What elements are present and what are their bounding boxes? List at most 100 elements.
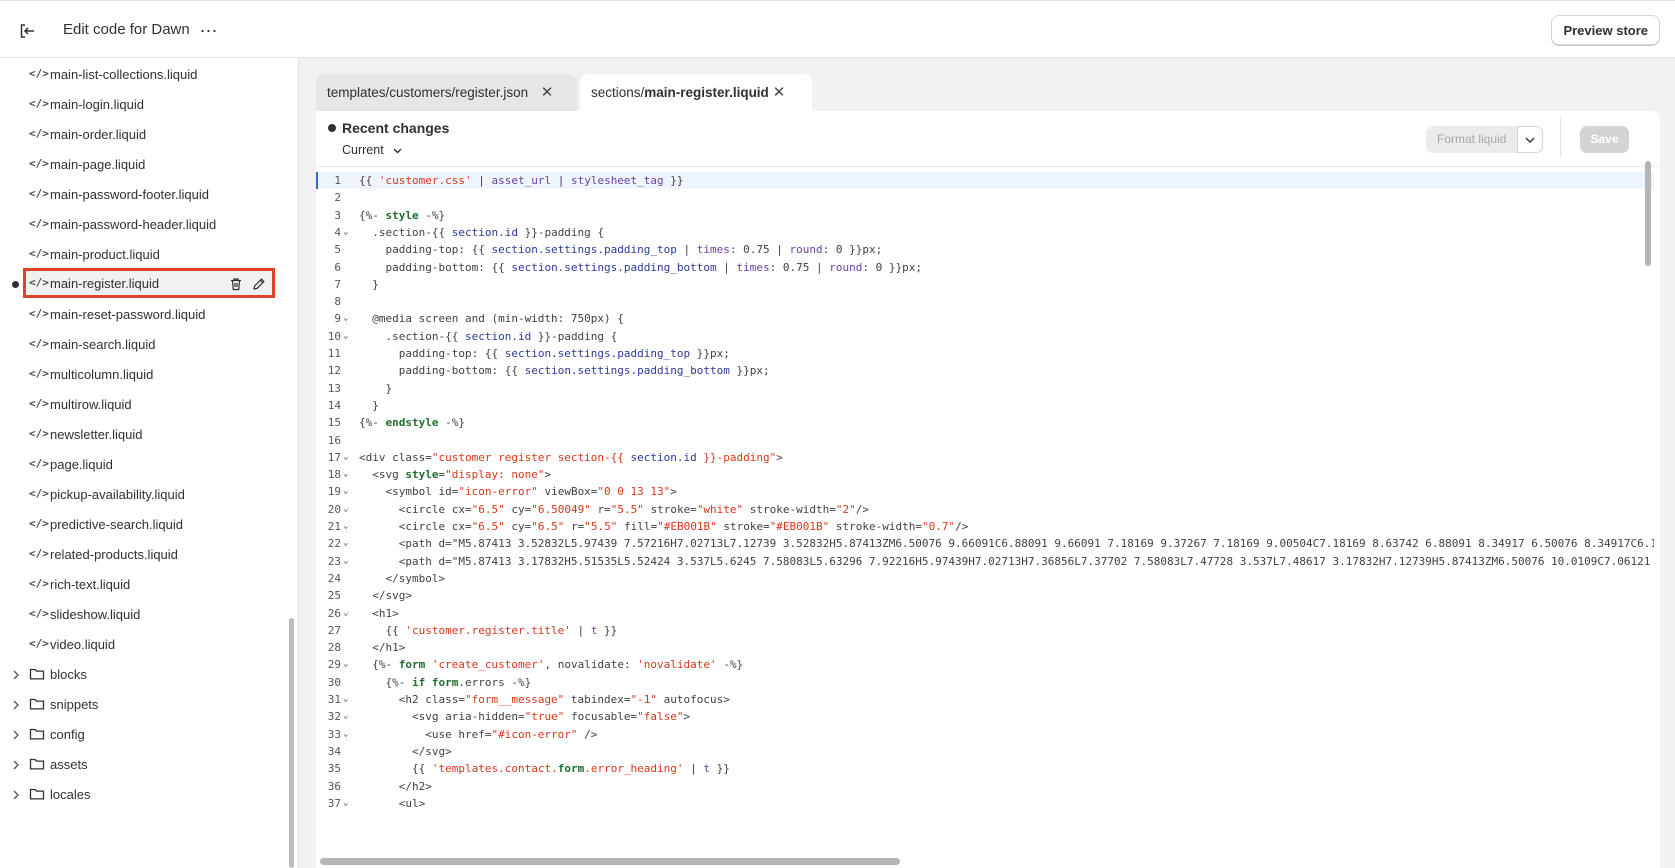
code-line[interactable]: 29 ⌄ {%- form 'create_customer', novalida… (316, 656, 1654, 673)
code-line[interactable]: 33 ⌄ <use href="#icon-error" /> (316, 726, 1654, 743)
tab-main-register[interactable]: sections/main-register.liquid ✕ (580, 74, 812, 111)
fold-chevron-icon[interactable]: ⌄ (343, 795, 352, 812)
file-item[interactable]: </> main-reset-password.liquid (0, 299, 290, 329)
code-line[interactable]: 14 } (316, 397, 1654, 414)
file-item[interactable]: </> newsletter.liquid (0, 419, 290, 449)
fold-chevron-icon[interactable]: ⌄ (343, 656, 352, 673)
code-line[interactable]: 13 } (316, 380, 1654, 397)
code-line[interactable]: 15 {%- endstyle -%} (316, 414, 1654, 431)
code-line[interactable]: 34 </svg> (316, 743, 1654, 760)
code-file-icon: </> (29, 157, 49, 170)
code-line[interactable]: 21 ⌄ <circle cx="6.5" cy="6.5" r="5.5" fi… (316, 518, 1654, 535)
code-line[interactable]: 37 ⌄ <ul> (316, 795, 1654, 812)
code-line[interactable]: 5 padding-top: {{ section.settings.paddi… (316, 241, 1654, 258)
file-item[interactable]: </> multicolumn.liquid (0, 359, 290, 389)
code-line[interactable]: 1 {{ 'customer.css' | asset_url | stylesh… (316, 172, 1654, 189)
code-line[interactable]: 10 ⌄ .section-{{ section.id }}-padding { (316, 328, 1654, 345)
code-line[interactable]: 22 ⌄ <path d="M5.87413 3.52832L5.97439 7.… (316, 535, 1654, 552)
file-item[interactable]: </> slideshow.liquid (0, 599, 290, 629)
file-item[interactable]: </> main-list-collections.liquid (0, 59, 290, 89)
folder-item[interactable]: config (0, 719, 290, 749)
fold-chevron-icon[interactable]: ⌄ (343, 449, 352, 466)
file-item[interactable]: </> main-order.liquid (0, 119, 290, 149)
fold-chevron-icon[interactable]: ⌄ (343, 535, 352, 552)
code-line[interactable]: 28 </h1> (316, 639, 1654, 656)
fold-chevron-icon[interactable]: ⌄ (343, 466, 352, 483)
code-line[interactable]: 9 ⌄ @media screen and (min-width: 750px) … (316, 310, 1654, 327)
code-area[interactable]: 1 {{ 'customer.css' | asset_url | stylesh… (316, 167, 1654, 855)
file-item[interactable]: </> main-login.liquid (0, 89, 290, 119)
code-line[interactable]: 35 {{ 'templates.contact.form.error_head… (316, 760, 1654, 777)
folder-item[interactable]: locales (0, 779, 290, 809)
rename-pencil-icon[interactable] (252, 277, 266, 291)
file-label: main-order.liquid (50, 127, 147, 142)
horizontal-scrollbar[interactable] (320, 858, 900, 865)
file-item[interactable]: </> pickup-availability.liquid (0, 479, 290, 509)
code-line[interactable]: 30 {%- if form.errors -%} (316, 674, 1654, 691)
code-line[interactable]: 36 </h2> (316, 778, 1654, 795)
fold-chevron-icon[interactable]: ⌄ (343, 726, 352, 743)
file-item[interactable]: </> main-password-header.liquid (0, 209, 290, 239)
delete-icon[interactable] (229, 277, 243, 291)
fold-chevron-icon[interactable]: ⌄ (343, 310, 352, 327)
vertical-scrollbar[interactable] (1645, 161, 1651, 266)
code-line[interactable]: 24 </symbol> (316, 570, 1654, 587)
code-line[interactable]: 19 ⌄ <symbol id="icon-error" viewBox="0 0… (316, 483, 1654, 500)
file-item[interactable]: </> predictive-search.liquid (0, 509, 290, 539)
code-line[interactable]: 31 ⌄ <h2 class="form__message" tabindex="… (316, 691, 1654, 708)
file-item[interactable]: </> main-page.liquid (0, 149, 290, 179)
code-line[interactable]: 23 ⌄ <path d="M5.87413 3.17832H5.51535L5.… (316, 553, 1654, 570)
fold-chevron-icon[interactable]: ⌄ (343, 328, 352, 345)
file-item-selected[interactable]: </> main-register.liquid (23, 268, 275, 298)
folder-icon (29, 667, 45, 681)
code-line[interactable]: 17 ⌄ <div class="customer register section… (316, 449, 1654, 466)
code-line[interactable]: 12 padding-bottom: {{ section.settings.p… (316, 362, 1654, 379)
more-actions-button[interactable]: ⋯ (196, 18, 222, 44)
code-line[interactable]: 8 (316, 293, 1654, 310)
fold-chevron-icon[interactable]: ⌄ (343, 605, 352, 622)
fold-chevron-icon[interactable]: ⌄ (343, 553, 352, 570)
code-line[interactable]: 6 padding-bottom: {{ section.settings.pa… (316, 259, 1654, 276)
file-label: main-password-footer.liquid (50, 187, 209, 202)
close-icon[interactable]: ✕ (540, 74, 554, 111)
code-line[interactable]: 27 {{ 'customer.register.title' | t }} (316, 622, 1654, 639)
file-item[interactable]: </> rich-text.liquid (0, 569, 290, 599)
code-line[interactable]: 4 ⌄ .section-{{ section.id }}-padding { (316, 224, 1654, 241)
line-number: 1 (334, 174, 341, 187)
file-item[interactable]: </> multirow.liquid (0, 389, 290, 419)
file-item[interactable]: </> main-search.liquid (0, 329, 290, 359)
file-item[interactable]: </> page.liquid (0, 449, 290, 479)
folder-item[interactable]: blocks (0, 659, 290, 689)
preview-store-button[interactable]: Preview store (1551, 15, 1660, 45)
fold-chevron-icon[interactable]: ⌄ (343, 691, 352, 708)
format-liquid-button[interactable]: Format liquid (1426, 126, 1518, 153)
code-line[interactable]: 32 ⌄ <svg aria-hidden="true" focusable="f… (316, 708, 1654, 725)
folder-item[interactable]: assets (0, 749, 290, 779)
file-item[interactable]: </> video.liquid (0, 629, 290, 659)
code-file-icon: </> (29, 307, 49, 320)
folder-item[interactable]: snippets (0, 689, 290, 719)
tab-register-json[interactable]: templates/customers/register.json ✕ (316, 74, 577, 111)
version-select[interactable]: Current (342, 143, 402, 157)
file-item[interactable]: </> main-password-footer.liquid (0, 179, 290, 209)
file-item[interactable]: </> main-product.liquid (0, 239, 290, 269)
fold-chevron-icon[interactable]: ⌄ (343, 518, 352, 535)
fold-chevron-icon[interactable]: ⌄ (343, 501, 352, 518)
code-line[interactable]: 20 ⌄ <circle cx="6.5" cy="6.50049" r="5.5… (316, 501, 1654, 518)
code-line[interactable]: 3 {%- style -%} (316, 207, 1654, 224)
code-line[interactable]: 7 } (316, 276, 1654, 293)
code-line[interactable]: 11 padding-top: {{ section.settings.padd… (316, 345, 1654, 362)
fold-chevron-icon[interactable]: ⌄ (343, 708, 352, 725)
code-line[interactable]: 16 (316, 432, 1654, 449)
code-line[interactable]: 18 ⌄ <svg style="display: none"> (316, 466, 1654, 483)
exit-button[interactable] (14, 18, 40, 44)
code-line[interactable]: 25 </svg> (316, 587, 1654, 604)
fold-chevron-icon[interactable]: ⌄ (343, 224, 352, 241)
format-options-button[interactable] (1517, 126, 1544, 153)
save-button[interactable]: Save (1580, 126, 1629, 153)
code-line[interactable]: 2 (316, 189, 1654, 206)
fold-chevron-icon[interactable]: ⌄ (343, 483, 352, 500)
file-item[interactable]: </> related-products.liquid (0, 539, 290, 569)
code-line[interactable]: 26 ⌄ <h1> (316, 605, 1654, 622)
close-icon[interactable]: ✕ (772, 74, 786, 111)
